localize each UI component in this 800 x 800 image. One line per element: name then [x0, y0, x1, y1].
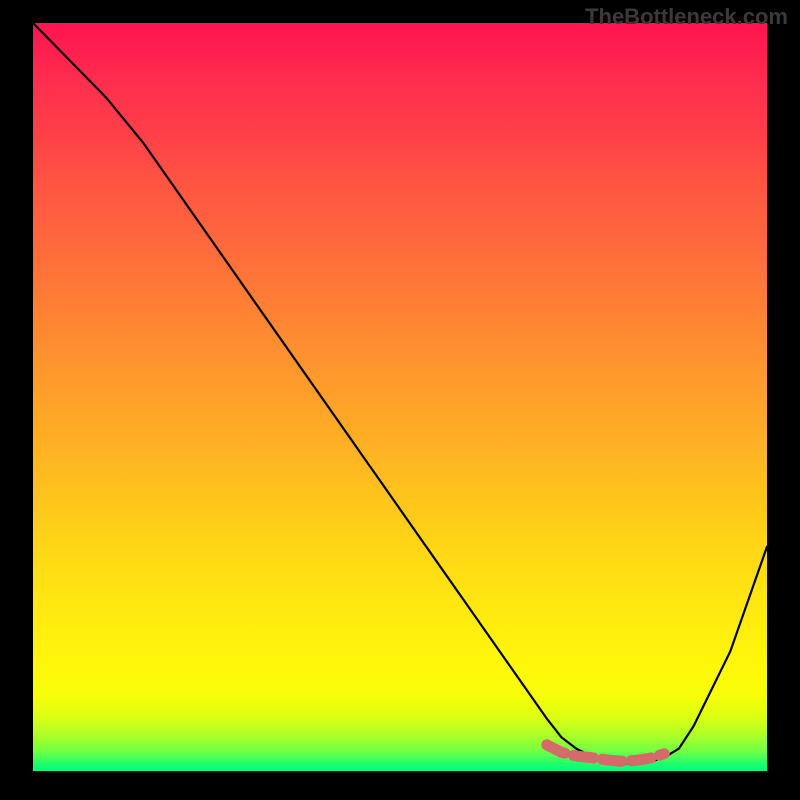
bottleneck-curve-path	[33, 23, 767, 764]
chart-svg-layer	[33, 23, 767, 771]
watermark-text: TheBottleneck.com	[585, 4, 788, 30]
chart-plot-area	[33, 23, 767, 771]
optimal-range-marker-path	[547, 745, 664, 761]
